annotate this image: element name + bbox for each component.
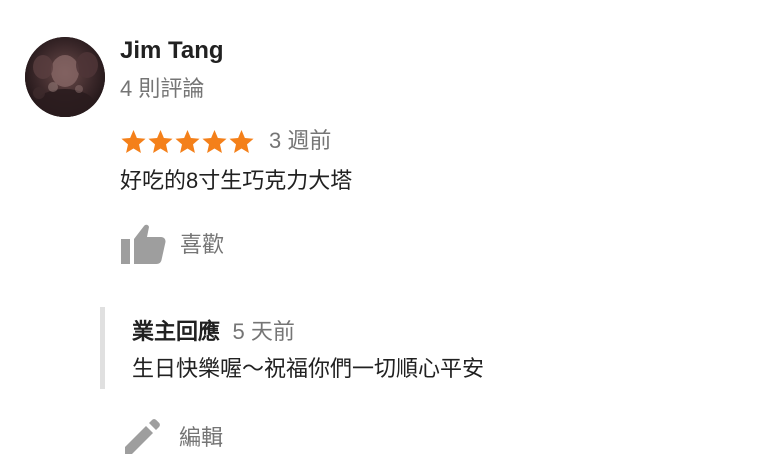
reviewer-name[interactable]: Jim Tang xyxy=(120,36,224,66)
star-icon xyxy=(202,129,227,153)
review-time: 3 週前 xyxy=(269,128,332,153)
thumbs-up-icon xyxy=(121,224,166,264)
rating-row: 3 週前 xyxy=(120,125,331,157)
owner-reply-header: 業主回應 5 天前 xyxy=(132,317,295,350)
avatar-image xyxy=(25,37,105,117)
like-button[interactable]: 喜歡 xyxy=(120,222,224,264)
owner-reply: 業主回應 5 天前 生日快樂喔～祝福你們一切順心平安 xyxy=(100,307,665,389)
star-rating xyxy=(120,128,255,155)
review-card: Jim Tang 4 則評論 3 週前 好吃的8寸生巧克力大塔 喜歡 業主回應 … xyxy=(0,0,780,474)
star-icon xyxy=(148,129,173,153)
star-icon xyxy=(121,129,146,153)
star-icon xyxy=(229,129,254,153)
owner-reply-text: 生日快樂喔～祝福你們一切順心平安 xyxy=(132,356,485,381)
owner-reply-label: 業主回應 xyxy=(132,319,221,344)
pencil-icon xyxy=(125,419,160,454)
review-text: 好吃的8寸生巧克力大塔 xyxy=(120,168,353,193)
owner-reply-time: 5 天前 xyxy=(232,319,295,344)
reviewer-avatar[interactable] xyxy=(25,37,105,117)
reviewer-review-count[interactable]: 4 則評論 xyxy=(120,75,204,103)
like-label: 喜歡 xyxy=(180,232,225,257)
star-icon xyxy=(175,129,200,153)
edit-button[interactable]: 編輯 xyxy=(122,414,223,458)
edit-label: 編輯 xyxy=(179,425,224,450)
